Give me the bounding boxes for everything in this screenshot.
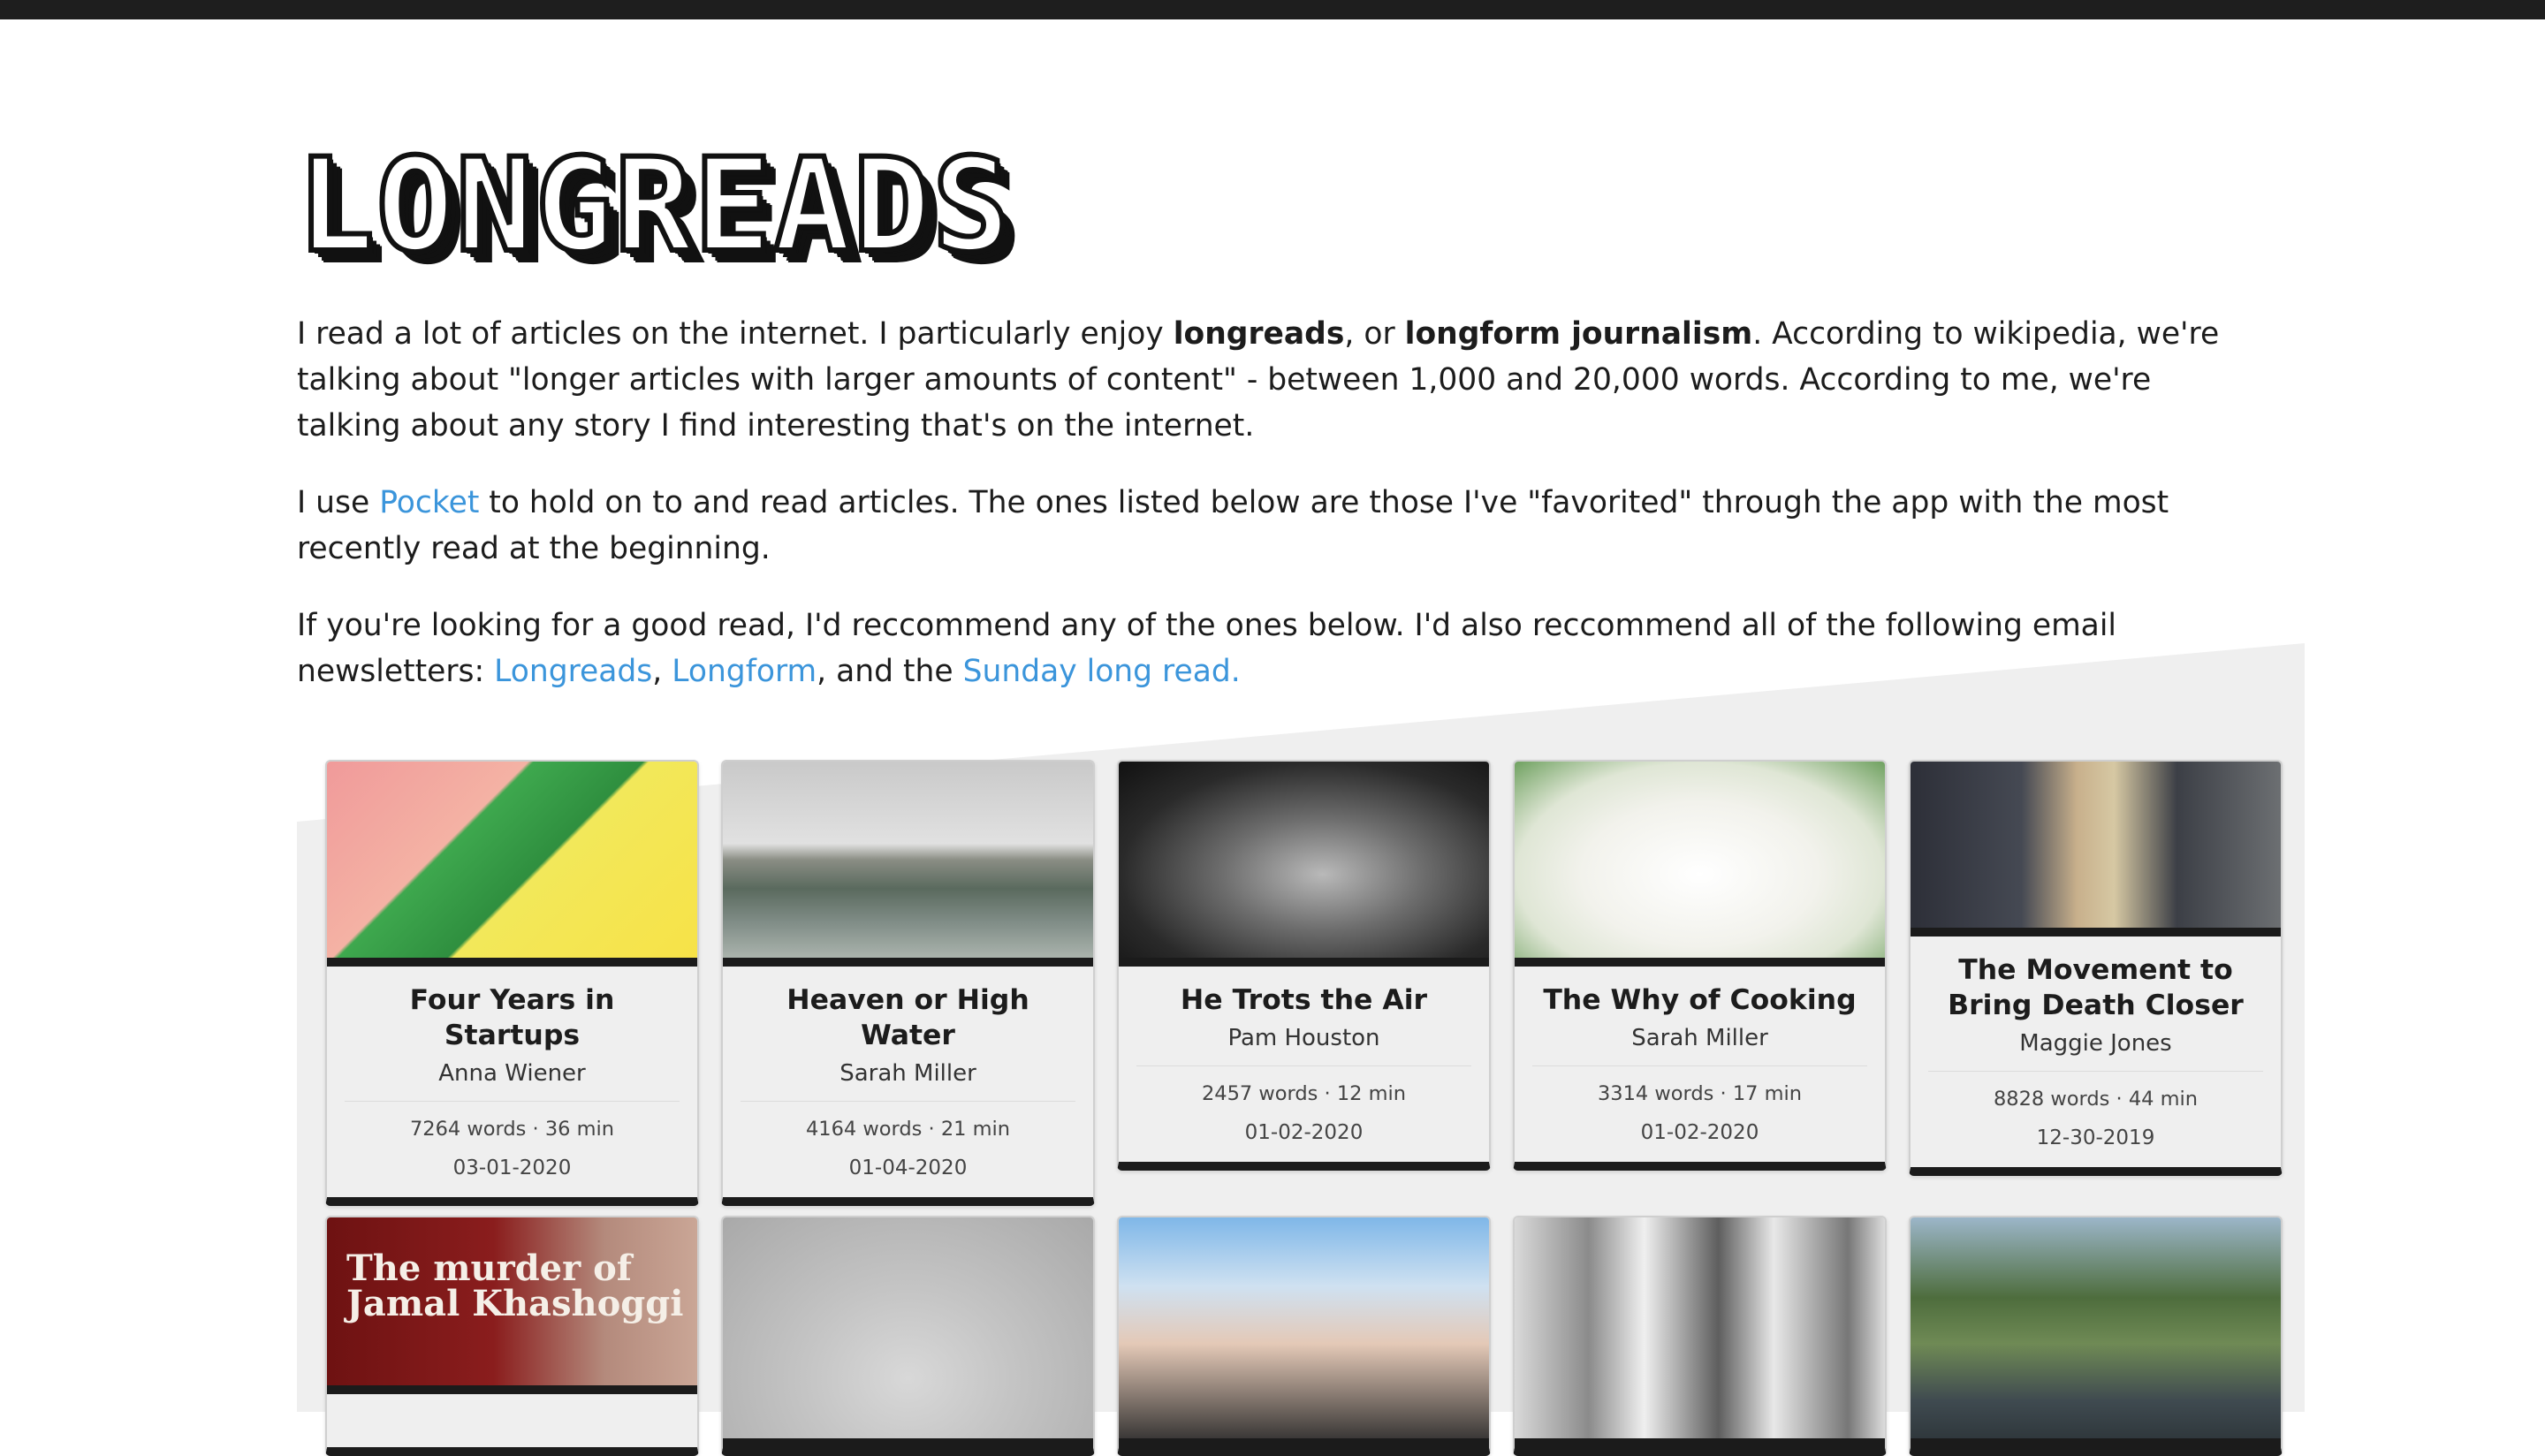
intro-paragraph-2: I use Pocket to hold on to and read arti… bbox=[297, 480, 2241, 572]
article-card[interactable]: Heaven or High Water Sarah Miller 4164 w… bbox=[721, 760, 1095, 1206]
article-card[interactable]: The Why of Cooking Sarah Miller 3314 wor… bbox=[1513, 760, 1887, 1171]
article-date: 03-01-2020 bbox=[452, 1156, 572, 1179]
article-title: He Trots the Air bbox=[1180, 984, 1428, 1016]
article-card[interactable] bbox=[1909, 1216, 2283, 1456]
article-image: The murder of Jamal Khashoggi bbox=[327, 1217, 697, 1394]
article-date: 01-02-2020 bbox=[1244, 1121, 1364, 1144]
article-meta: 7264 words · 36 min bbox=[409, 1118, 615, 1141]
article-author: Maggie Jones bbox=[1928, 1028, 2263, 1072]
article-card[interactable]: The Movement to Bring Death Closer Maggi… bbox=[1909, 760, 2283, 1176]
intro-text-span: to hold on to and read articles. The one… bbox=[297, 485, 2169, 566]
article-image bbox=[1515, 762, 1885, 967]
article-title: Four Years in Startups bbox=[409, 984, 615, 1051]
intro-text-span: I read a lot of articles on the internet… bbox=[297, 316, 1174, 352]
article-image bbox=[327, 762, 697, 967]
article-body: He Trots the Air Pam Houston 2457 words … bbox=[1119, 967, 1489, 1162]
article-body: The Movement to Bring Death Closer Maggi… bbox=[1911, 937, 2281, 1167]
article-image bbox=[1515, 1217, 1885, 1447]
article-card[interactable]: He Trots the Air Pam Houston 2457 words … bbox=[1117, 760, 1491, 1171]
article-body: Four Years in Startups Anna Wiener 7264 … bbox=[327, 967, 697, 1197]
article-card[interactable]: The murder of Jamal Khashoggi bbox=[325, 1216, 699, 1456]
article-image bbox=[723, 1217, 1093, 1447]
article-card[interactable]: Four Years in Startups Anna Wiener 7264 … bbox=[325, 760, 699, 1206]
article-date: 12-30-2019 bbox=[2036, 1126, 2155, 1149]
bold-longreads: longreads bbox=[1173, 316, 1345, 352]
article-meta: 3314 words · 17 min bbox=[1597, 1082, 1803, 1105]
site-logo-text: Longreads bbox=[294, 131, 1013, 281]
article-image bbox=[1119, 1217, 1489, 1447]
image-overlay-title: The murder of Jamal Khashoggi bbox=[346, 1247, 684, 1324]
article-meta: 4164 words · 21 min bbox=[805, 1118, 1011, 1141]
article-author: Anna Wiener bbox=[345, 1058, 680, 1102]
intro-text-span: , bbox=[652, 654, 672, 689]
intro-text-span: , or bbox=[1344, 316, 1405, 352]
intro-paragraph-1: I read a lot of articles on the internet… bbox=[297, 311, 2241, 449]
article-card[interactable] bbox=[1117, 1216, 1491, 1456]
intro-text-span: I use bbox=[297, 485, 380, 520]
article-date: 01-04-2020 bbox=[848, 1156, 968, 1179]
intro-paragraph-3: If you're looking for a good read, I'd r… bbox=[297, 603, 2241, 694]
longform-newsletter-link[interactable]: Longform bbox=[672, 654, 817, 689]
site-title: Longreads bbox=[294, 131, 1013, 281]
pocket-link[interactable]: Pocket bbox=[379, 485, 479, 520]
article-author: Sarah Miller bbox=[741, 1058, 1075, 1102]
bold-longform-journalism: longform journalism bbox=[1404, 316, 1753, 352]
article-author: Pam Houston bbox=[1136, 1023, 1471, 1066]
article-author: Sarah Miller bbox=[1532, 1023, 1867, 1066]
article-image bbox=[1911, 1217, 2281, 1447]
article-card[interactable] bbox=[1513, 1216, 1887, 1456]
sunday-long-read-link[interactable]: Sunday long read. bbox=[963, 654, 1241, 689]
article-card[interactable] bbox=[721, 1216, 1095, 1456]
article-body: The Why of Cooking Sarah Miller 3314 wor… bbox=[1515, 967, 1885, 1162]
article-image bbox=[1119, 762, 1489, 967]
article-meta: 8828 words · 44 min bbox=[1993, 1088, 2199, 1111]
article-title: The Movement to Bring Death Closer bbox=[1948, 954, 2244, 1021]
intro-text: I read a lot of articles on the internet… bbox=[297, 311, 2241, 725]
article-date: 01-02-2020 bbox=[1640, 1121, 1759, 1144]
article-body: Heaven or High Water Sarah Miller 4164 w… bbox=[723, 967, 1093, 1197]
longreads-newsletter-link[interactable]: Longreads bbox=[494, 654, 652, 689]
article-image bbox=[723, 762, 1093, 967]
article-image bbox=[1911, 762, 2281, 937]
article-title: The Why of Cooking bbox=[1543, 984, 1857, 1016]
article-title: Heaven or High Water bbox=[786, 984, 1029, 1051]
intro-text-span: , and the bbox=[817, 654, 963, 689]
article-meta: 2457 words · 12 min bbox=[1201, 1082, 1407, 1105]
